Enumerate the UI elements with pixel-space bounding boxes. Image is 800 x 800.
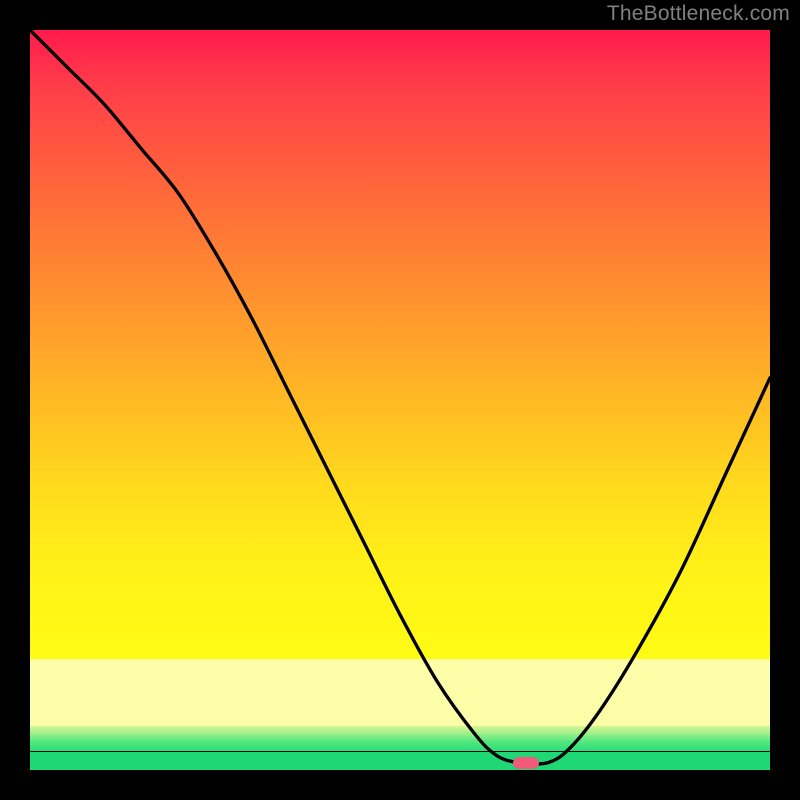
bottleneck-curve-path bbox=[30, 30, 770, 764]
watermark-text: TheBottleneck.com bbox=[607, 2, 790, 26]
optimal-point-marker bbox=[513, 757, 539, 769]
curve-svg bbox=[30, 30, 770, 770]
plot-area bbox=[30, 30, 770, 770]
chart-stage: TheBottleneck.com bbox=[0, 0, 800, 800]
